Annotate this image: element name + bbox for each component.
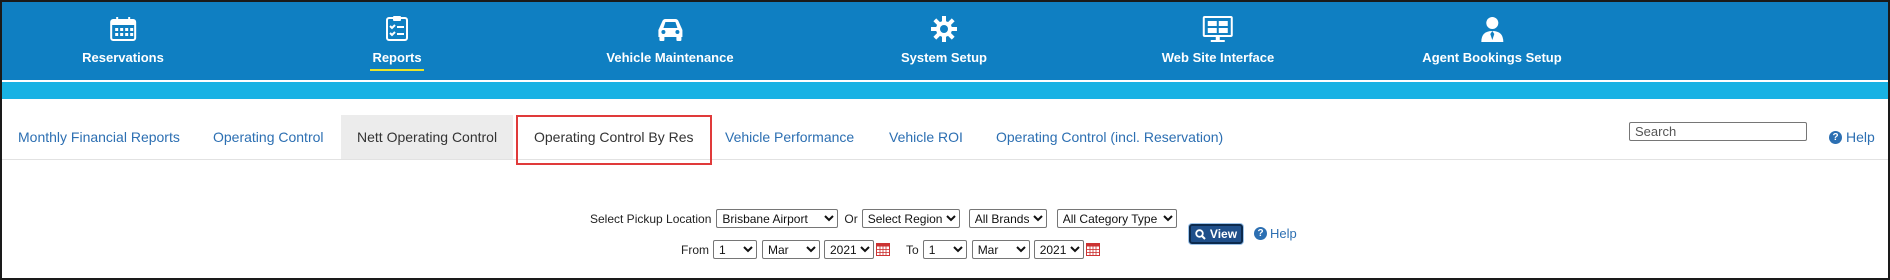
search-input[interactable] (1629, 122, 1807, 141)
nav-item-vehicle-maintenance[interactable]: Vehicle Maintenance (606, 2, 734, 80)
view-button-label: View (1209, 227, 1238, 241)
accent-stripe (2, 82, 1888, 99)
to-month-select[interactable]: Mar (971, 240, 1030, 259)
from-label: From (681, 242, 709, 257)
from-year-select[interactable]: 2021 (824, 240, 874, 259)
help-icon: ? (1829, 130, 1842, 144)
location-filter-row: Select Pickup Location Brisbane Airport … (590, 209, 1177, 228)
search-icon (1195, 228, 1206, 240)
region-select[interactable]: Select Region (861, 209, 960, 228)
car-icon (653, 14, 687, 44)
help-icon: ? (1254, 227, 1267, 240)
app-frame: Reservations Reports Vehicle Maintenance… (0, 0, 1890, 280)
top-navigation-bar: Reservations Reports Vehicle Maintenance… (2, 2, 1888, 80)
form-help-link[interactable]: ? Help (1254, 226, 1297, 241)
tab-operating-control-by-res[interactable]: Operating Control By Res (516, 115, 712, 165)
tab-operating-control[interactable]: Operating Control (197, 115, 340, 159)
nav-label: System Setup (901, 50, 987, 65)
tab-monthly-financial-reports[interactable]: Monthly Financial Reports (2, 115, 196, 159)
from-calendar-icon[interactable] (876, 243, 890, 256)
brands-select[interactable]: All Brands (968, 209, 1047, 228)
help-link-label: Help (1846, 129, 1875, 145)
to-day-select[interactable]: 1 (922, 240, 967, 259)
help-link[interactable]: ? Help (1829, 129, 1875, 145)
report-tabs: Monthly Financial Reports Operating Cont… (2, 115, 1888, 165)
gear-icon (927, 14, 961, 44)
to-label: To (906, 242, 919, 257)
view-button[interactable]: View (1189, 224, 1243, 244)
calendar-icon (106, 14, 140, 44)
nav-label: Agent Bookings Setup (1422, 50, 1562, 65)
date-range-row: From 1 Mar 2021 To 1 Mar 2021 (681, 240, 1100, 259)
nav-label: Web Site Interface (1161, 50, 1275, 65)
agent-icon (1475, 14, 1509, 44)
nav-label: Reservations (82, 50, 164, 65)
nav-label: Vehicle Maintenance (606, 50, 734, 65)
pickup-location-select[interactable]: Brisbane Airport (716, 209, 839, 228)
from-month-select[interactable]: Mar (762, 240, 820, 259)
nav-item-system-setup[interactable]: System Setup (901, 2, 987, 80)
nav-label: Reports (372, 50, 422, 65)
nav-item-web-site-interface[interactable]: Web Site Interface (1162, 2, 1274, 80)
pickup-location-label: Select Pickup Location (590, 211, 712, 226)
tab-operating-control-incl-reservation[interactable]: Operating Control (incl. Reservation) (980, 115, 1239, 159)
to-calendar-icon[interactable] (1085, 243, 1100, 256)
monitor-icon (1201, 14, 1235, 44)
or-label: Or (844, 211, 858, 226)
nav-item-reservations[interactable]: Reservations (82, 2, 164, 80)
tab-vehicle-roi[interactable]: Vehicle ROI (873, 115, 979, 159)
to-year-select[interactable]: 2021 (1033, 240, 1084, 259)
nav-item-reports[interactable]: Reports (370, 2, 424, 80)
tab-vehicle-performance[interactable]: Vehicle Performance (709, 115, 870, 159)
active-nav-underline (370, 69, 424, 71)
tab-nett-operating-control[interactable]: Nett Operating Control (341, 115, 514, 159)
from-day-select[interactable]: 1 (713, 240, 757, 259)
nav-item-agent-bookings-setup[interactable]: Agent Bookings Setup (1422, 2, 1562, 80)
category-type-select[interactable]: All Category Type (1056, 209, 1177, 228)
form-help-label: Help (1270, 226, 1297, 241)
checklist-icon (380, 14, 414, 44)
